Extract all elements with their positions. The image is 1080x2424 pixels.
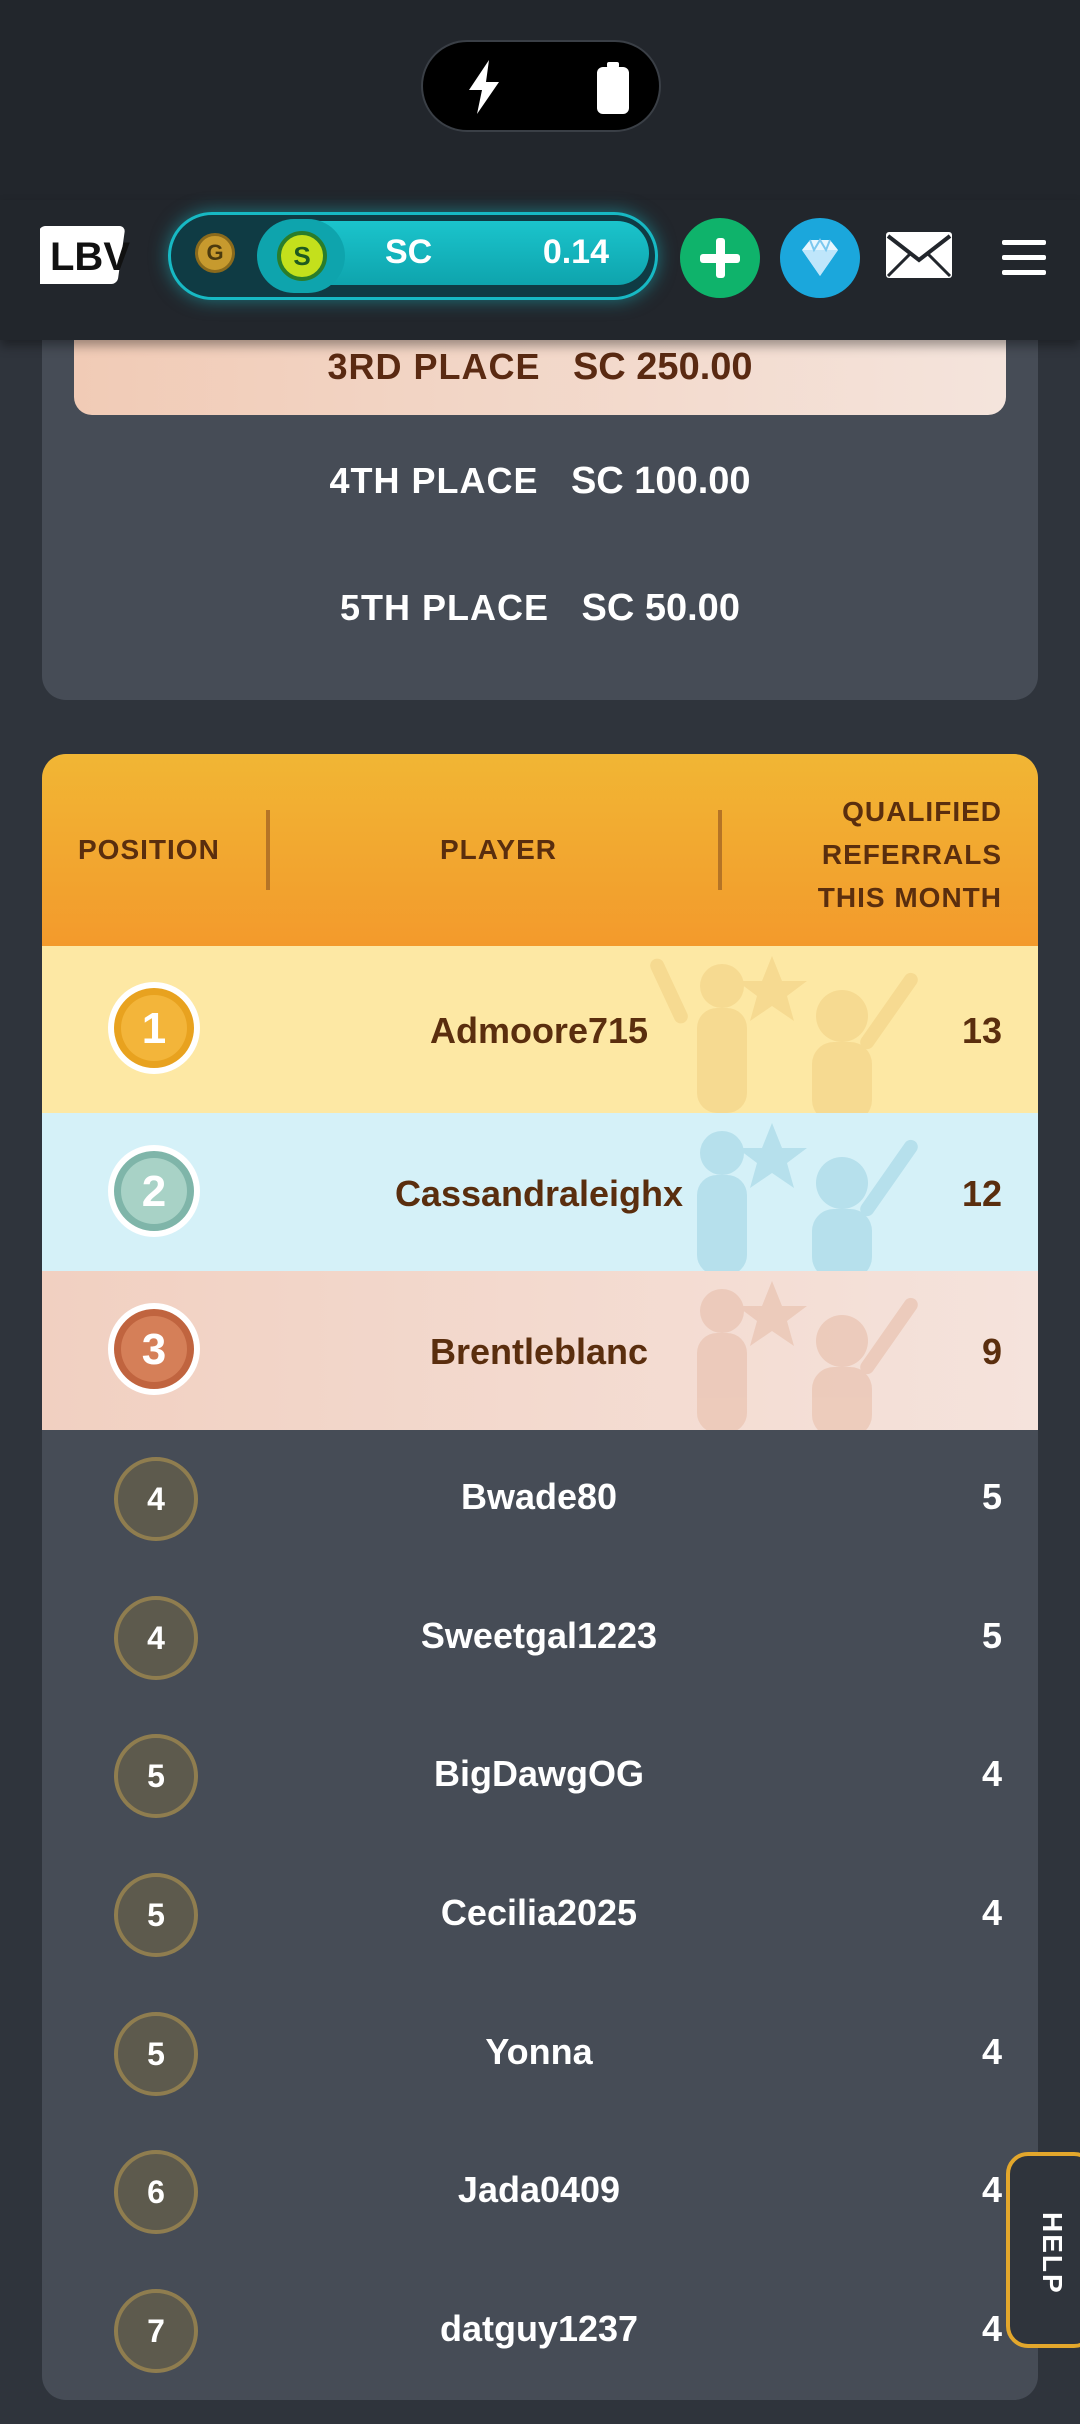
table-row: 5 Yonna 4 [42, 1984, 1038, 2123]
player-name: Admoore715 [429, 1010, 649, 1051]
column-referrals: QUALIFIED REFERRALS THIS MONTH [817, 796, 1002, 913]
column-divider [718, 810, 722, 890]
menu-icon[interactable] [1002, 238, 1046, 278]
position-badge: 5 [114, 1873, 198, 1957]
prize-amount: SC 250.00 [572, 346, 753, 388]
referral-count: 4 [981, 1753, 1002, 1794]
player-name: Brentleblanc [429, 1331, 649, 1372]
balance-amount: 0.14 [542, 233, 609, 271]
referral-count: 4 [981, 1892, 1002, 1933]
prize-place: 3RD PLACE [327, 346, 541, 387]
table-row: 4 Sweetgal1223 5 [42, 1568, 1038, 1707]
prize-row-4th: 4TH PLACE SC 100.00 [42, 460, 1038, 503]
dynamic-island [421, 40, 661, 132]
prize-amount: SC 50.00 [581, 587, 740, 629]
position-badge: 6 [114, 2150, 198, 2234]
column-position: POSITION [78, 834, 220, 865]
player-name: Jada0409 [457, 2169, 621, 2210]
table-row: 5 Cecilia2025 4 [42, 1846, 1038, 1984]
table-row-gold: 1 Admoore715 13 [42, 946, 1038, 1113]
prize-list-card: 3RD PLACE SC 250.00 4TH PLACE SC 100.00 … [42, 300, 1038, 700]
position-number: 3 [141, 1325, 167, 1374]
mail-icon[interactable] [884, 230, 954, 280]
position-badge: 5 [114, 1734, 198, 1818]
table-row-silver: 2 Cassandraleighx 12 [42, 1113, 1038, 1271]
prize-row-5th: 5TH PLACE SC 50.00 [42, 587, 1038, 630]
player-name: Sweetgal1223 [420, 1615, 658, 1656]
sweeps-coin-toggle[interactable]: S [257, 219, 345, 293]
prize-row-3rd: 3RD PLACE SC 250.00 [74, 330, 1006, 415]
position-number: 1 [141, 1004, 167, 1053]
lbv-logo[interactable]: LBV [40, 222, 130, 292]
prize-place: 5TH PLACE [340, 587, 550, 628]
app-header: LBV G S SC 0.14 [0, 200, 1080, 340]
gem-icon [802, 238, 838, 276]
position-badge: 7 [114, 2289, 198, 2373]
column-player: PLAYER [440, 834, 558, 865]
table-row: 5 BigDawgOG 4 [42, 1707, 1038, 1846]
balance-display[interactable]: G S SC 0.14 [168, 212, 658, 300]
prize-amount: SC 100.00 [570, 460, 751, 502]
player-name: Yonna [485, 2031, 593, 2072]
prize-place: 4TH PLACE [329, 460, 539, 501]
position-badge: 4 [114, 1457, 198, 1541]
referral-count: 13 [961, 1010, 1002, 1051]
rewards-button[interactable] [780, 218, 860, 298]
player-name: Cassandraleighx [394, 1173, 684, 1214]
player-name: datguy1237 [439, 2308, 639, 2349]
position-number: 2 [141, 1167, 167, 1216]
table-row: 4 Bwade80 5 [42, 1430, 1038, 1568]
leaderboard-header: POSITION PLAYER QUALIFIED REFERRALS THIS… [42, 754, 1038, 946]
referral-count: 5 [981, 1476, 1002, 1517]
add-funds-button[interactable] [680, 218, 760, 298]
table-row: 7 datguy1237 4 [42, 2262, 1038, 2400]
balance-currency: SC [385, 233, 433, 271]
battery-icon [597, 62, 629, 114]
referral-count: 5 [981, 1615, 1002, 1656]
player-name: Cecilia2025 [440, 1892, 638, 1933]
referral-count: 4 [981, 2031, 1002, 2072]
leaderboard-table: POSITION PLAYER QUALIFIED REFERRALS THIS… [42, 754, 1038, 2400]
referral-count: 4 [981, 2308, 1002, 2349]
position-badge: 5 [114, 2012, 198, 2096]
referral-count: 9 [981, 1331, 1002, 1372]
referral-count: 4 [981, 2169, 1002, 2210]
help-button[interactable]: HELP [1006, 2152, 1080, 2348]
help-label: HELP [1037, 2212, 1068, 2295]
table-row: 6 Jada0409 4 [42, 2123, 1038, 2262]
status-bar [0, 0, 1080, 200]
gold-coin-icon[interactable]: G [195, 233, 235, 273]
column-divider [266, 810, 270, 890]
referral-count: 12 [961, 1173, 1002, 1214]
svg-text:LBV: LBV [50, 235, 130, 279]
player-name: BigDawgOG [433, 1753, 644, 1794]
position-badge: 4 [114, 1596, 198, 1680]
sweeps-coin-icon: S [277, 231, 327, 281]
charging-bolt-icon [469, 60, 499, 114]
table-row-bronze: 3 Brentleblanc 9 [42, 1271, 1038, 1430]
plus-icon [700, 238, 740, 278]
player-name: Bwade80 [460, 1476, 618, 1517]
